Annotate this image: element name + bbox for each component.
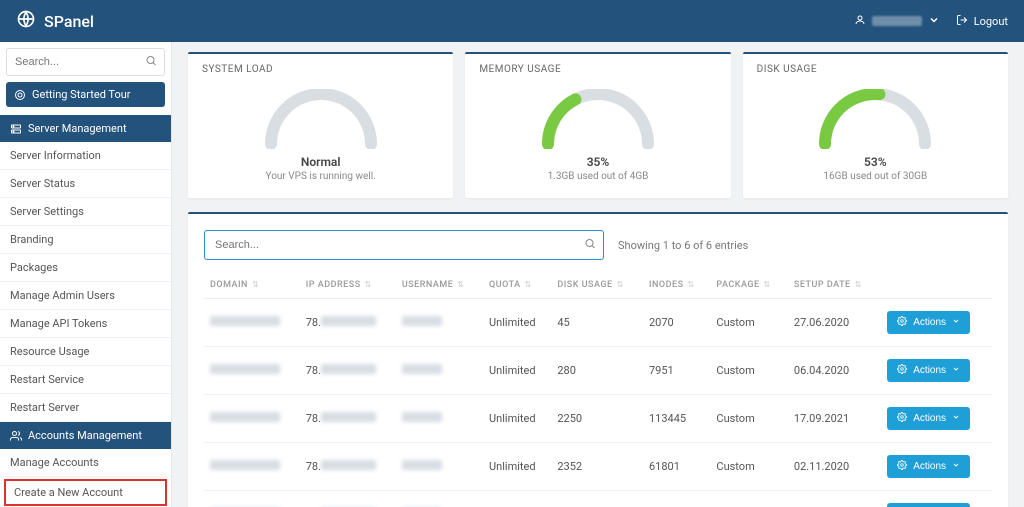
card-system-load: SYSTEM LOAD Normal Your VPS is running w… xyxy=(188,52,453,198)
card-memory-usage: MEMORY USAGE 35% 1.3GB used out of 4GB xyxy=(465,52,730,198)
table-header[interactable]: SETUP DATE⇅ xyxy=(788,272,881,299)
gauge-sub: Your VPS is running well. xyxy=(202,171,439,182)
gauge-sub: 16GB used out of 30GB xyxy=(757,171,994,182)
table-header[interactable] xyxy=(881,272,992,299)
actions-button[interactable]: Actions xyxy=(887,359,970,382)
brand-icon xyxy=(16,9,36,33)
accounts-table-card: Showing 1 to 6 of 6 entries DOMAIN⇅IP AD… xyxy=(188,212,1008,507)
table-row: 78.Unlimited235261801Custom02.11.2020Act… xyxy=(204,443,992,491)
gear-icon xyxy=(897,460,907,473)
username-redacted xyxy=(872,16,922,26)
search-icon xyxy=(145,55,157,70)
entries-info: Showing 1 to 6 of 6 entries xyxy=(618,239,748,252)
table-row: 78.Unlimited2250113445Custom17.09.2021Ac… xyxy=(204,395,992,443)
gauge-system-load xyxy=(261,89,381,149)
card-title: MEMORY USAGE xyxy=(465,54,730,85)
sidebar-item[interactable]: Manage Accounts xyxy=(0,449,171,477)
sidebar-section-header[interactable]: Accounts Management xyxy=(0,422,171,449)
gear-icon xyxy=(897,412,907,425)
sidebar-item[interactable]: Manage API Tokens xyxy=(0,310,171,338)
sidebar-item[interactable]: Branding xyxy=(0,226,171,254)
sidebar-item[interactable]: Create a New Account xyxy=(4,479,167,506)
main-content: SYSTEM LOAD Normal Your VPS is running w… xyxy=(172,42,1024,507)
brand[interactable]: SPanel xyxy=(16,9,94,33)
chevron-down-icon xyxy=(952,413,960,424)
sidebar-search-input[interactable] xyxy=(6,48,165,76)
table-row: 78.Unlimited84720131Custom08.09.2020Acti… xyxy=(204,491,992,507)
table-header[interactable]: IP ADDRESS⇅ xyxy=(300,272,396,299)
accounts-table: DOMAIN⇅IP ADDRESS⇅USERNAME⇅QUOTA⇅DISK US… xyxy=(204,272,992,507)
logout-label: Logout xyxy=(974,15,1008,28)
card-disk-usage: DISK USAGE 53% 16GB used out of 30GB xyxy=(743,52,1008,198)
table-header[interactable]: QUOTA⇅ xyxy=(483,272,551,299)
sidebar-item[interactable]: Resource Usage xyxy=(0,338,171,366)
user-icon xyxy=(854,14,866,29)
gauge-label: 53% xyxy=(757,155,994,169)
user-menu[interactable] xyxy=(854,14,940,29)
sidebar-item[interactable]: Server Settings xyxy=(0,198,171,226)
search-icon xyxy=(584,238,596,253)
sidebar-item[interactable]: Server Status xyxy=(0,170,171,198)
gauge-memory xyxy=(538,89,658,149)
logout-icon xyxy=(956,14,968,29)
chevron-down-icon xyxy=(952,461,960,472)
table-row: 78.Unlimited452070Custom27.06.2020Action… xyxy=(204,299,992,347)
gauge-label: Normal xyxy=(202,155,439,169)
table-header[interactable]: DOMAIN⇅ xyxy=(204,272,300,299)
actions-button[interactable]: Actions xyxy=(887,407,970,430)
table-header[interactable]: PACKAGE⇅ xyxy=(710,272,787,299)
sidebar-item[interactable]: Manage Admin Users xyxy=(0,282,171,310)
sidebar-item[interactable]: Server Information xyxy=(0,142,171,170)
gear-icon xyxy=(897,316,907,329)
actions-button[interactable]: Actions xyxy=(887,311,970,334)
gauge-sub: 1.3GB used out of 4GB xyxy=(479,171,716,182)
table-header[interactable]: INODES⇅ xyxy=(643,272,710,299)
table-header[interactable]: DISK USAGE⇅ xyxy=(551,272,643,299)
gauge-disk xyxy=(815,89,935,149)
logout-button[interactable]: Logout xyxy=(956,14,1008,29)
table-row: 78.Unlimited2807951Custom06.04.2020Actio… xyxy=(204,347,992,395)
actions-button[interactable]: Actions xyxy=(887,503,970,507)
table-header[interactable]: USERNAME⇅ xyxy=(396,272,483,299)
tour-label: Getting Started Tour xyxy=(32,88,131,101)
sidebar-item[interactable]: Packages xyxy=(0,254,171,282)
gauge-label: 35% xyxy=(479,155,716,169)
sidebar-item[interactable]: Restart Service xyxy=(0,366,171,394)
topbar: SPanel Logout xyxy=(0,0,1024,42)
table-search-input[interactable] xyxy=(204,230,604,260)
actions-button[interactable]: Actions xyxy=(887,455,970,478)
sidebar-item[interactable]: Restart Server xyxy=(0,394,171,422)
card-title: DISK USAGE xyxy=(743,54,1008,85)
card-title: SYSTEM LOAD xyxy=(188,54,453,85)
chevron-down-icon xyxy=(952,317,960,328)
brand-text: SPanel xyxy=(44,12,94,31)
gear-icon xyxy=(897,364,907,377)
chevron-down-icon xyxy=(928,14,940,29)
sidebar-section-header[interactable]: Server Management xyxy=(0,115,171,142)
sidebar: Getting Started Tour Server ManagementSe… xyxy=(0,42,172,507)
chevron-down-icon xyxy=(952,365,960,376)
getting-started-tour-button[interactable]: Getting Started Tour xyxy=(6,82,165,107)
